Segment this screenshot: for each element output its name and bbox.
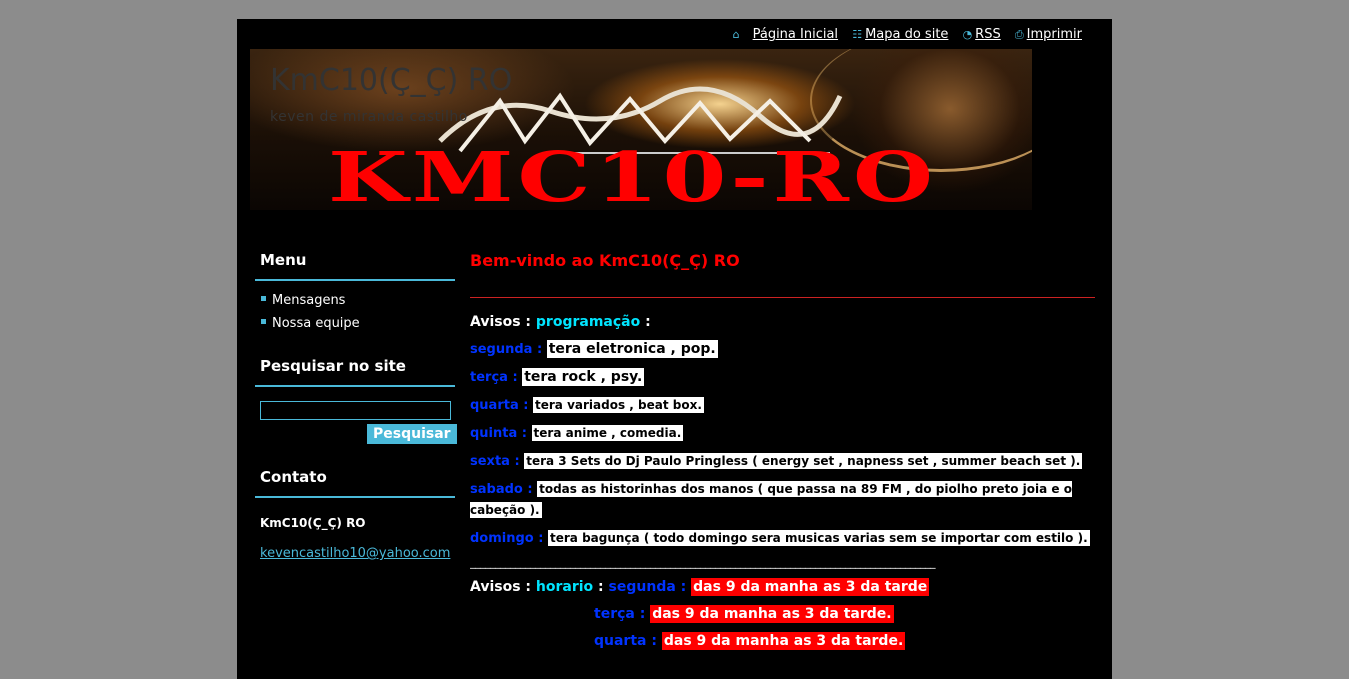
- day-value: tera bagunça ( todo domingo sera musicas…: [548, 530, 1090, 546]
- contact-name: KmC10(Ç_Ç) RO: [260, 516, 366, 530]
- main-content: Bem-vindo ao KmC10(Ç_Ç) RO Avisos : prog…: [470, 251, 1095, 658]
- top-links: ⌂ Página Inicial ☷ Mapa do site ◔ RSS ⎙ Impr…: [733, 27, 1082, 42]
- list-item: terça : tera rock , psy.: [470, 368, 645, 386]
- menu-list: Mensagens Nossa equipe: [255, 289, 455, 335]
- programacao-label: programação: [535, 314, 641, 330]
- sidebar: Menu Mensagens Nossa equipe Pesquisar no…: [255, 245, 457, 561]
- separator: :: [520, 314, 536, 330]
- menu-item-mensagens[interactable]: Mensagens: [261, 289, 455, 312]
- schedule-value: das 9 da manha as 3 da tarde.: [650, 605, 894, 623]
- horario-label: horario: [535, 579, 594, 595]
- day-label: quinta: [470, 426, 518, 441]
- page-title: Bem-vindo ao KmC10(Ç_Ç) RO: [470, 251, 740, 270]
- list-item: sabado : todas as historinhas dos manos …: [470, 481, 1072, 518]
- day-value: tera eletronica , pop.: [546, 340, 718, 358]
- link-home[interactable]: Página Inicial: [753, 27, 838, 42]
- home-icon: ⌂: [732, 28, 740, 41]
- header-banner: KmC10(Ç_Ç) RO keven de miranda castilho …: [250, 49, 1032, 210]
- list-item: domingo : tera bagunça ( todo domingo se…: [470, 530, 1090, 546]
- day-value: tera rock , psy.: [522, 368, 645, 386]
- avisos-label: Avisos: [470, 314, 521, 330]
- day-value: tera anime , comedia.: [531, 425, 684, 441]
- separator: :: [640, 314, 651, 330]
- avisos-horario: Avisos : horario : segunda : das 9 da ma…: [470, 578, 930, 596]
- schedule-value: das 9 da manha as 3 da tarde.: [661, 632, 906, 650]
- bullet-icon: [261, 319, 266, 324]
- day-label: quarta: [470, 398, 519, 413]
- schedule-value: das 9 da manha as 3 da tarde: [691, 578, 930, 596]
- rss-icon: ◔: [962, 28, 973, 41]
- avisos-programacao: Avisos : programação :: [470, 312, 1095, 332]
- menu-heading: Menu: [255, 245, 455, 281]
- sitemap-icon: ☷: [852, 28, 863, 41]
- link-print[interactable]: Imprimir: [1027, 27, 1082, 42]
- day-value: tera variados , beat box.: [533, 397, 704, 413]
- day-label: segunda: [608, 579, 676, 595]
- list-item: segunda : tera eletronica , pop.: [470, 340, 718, 358]
- avisos-label: Avisos: [470, 579, 521, 595]
- logo-text: KMC10-RO: [328, 138, 937, 210]
- day-label: terça: [594, 606, 635, 622]
- day-label: segunda: [470, 342, 533, 357]
- bullet-icon: [261, 296, 266, 301]
- list-item: sexta : tera 3 Sets do Dj Paulo Pringles…: [470, 453, 1083, 469]
- day-label: terça: [470, 370, 508, 385]
- link-rss[interactable]: RSS: [975, 27, 1001, 42]
- link-sitemap[interactable]: Mapa do site: [865, 27, 948, 42]
- day-label: sabado: [470, 482, 523, 497]
- print-icon: ⎙: [1014, 28, 1024, 41]
- site-subtitle: keven de miranda castilho: [270, 109, 468, 125]
- list-item: quarta : tera variados , beat box.: [470, 397, 704, 413]
- divider: [470, 297, 1095, 298]
- day-label: domingo: [470, 531, 534, 546]
- day-label: sexta: [470, 454, 510, 469]
- list-item: quarta : das 9 da manha as 3 da tarde.: [594, 632, 906, 650]
- list-item: terça : das 9 da manha as 3 da tarde.: [594, 605, 894, 623]
- separator: :: [520, 579, 536, 595]
- menu-item-nossa-equipe[interactable]: Nossa equipe: [261, 312, 455, 335]
- contact-email-link[interactable]: kevencastilho10@yahoo.com: [255, 530, 455, 561]
- separator: :: [593, 579, 609, 595]
- site-title: KmC10(Ç_Ç) RO: [270, 63, 513, 98]
- search-heading: Pesquisar no site: [255, 351, 455, 387]
- list-item: quinta : tera anime , comedia.: [470, 425, 684, 441]
- day-label: quarta: [594, 633, 647, 649]
- day-value: tera 3 Sets do Dj Paulo Pringless ( ener…: [524, 453, 1083, 469]
- search-button[interactable]: Pesquisar: [367, 424, 457, 444]
- search-input[interactable]: [260, 401, 451, 420]
- text-divider: ________________________________________…: [470, 556, 936, 569]
- day-value: todas as historinhas dos manos ( que pas…: [470, 481, 1072, 518]
- contact-heading: Contato: [255, 462, 455, 498]
- page-container: ⌂ Página Inicial ☷ Mapa do site ◔ RSS ⎙ Impr…: [237, 19, 1112, 679]
